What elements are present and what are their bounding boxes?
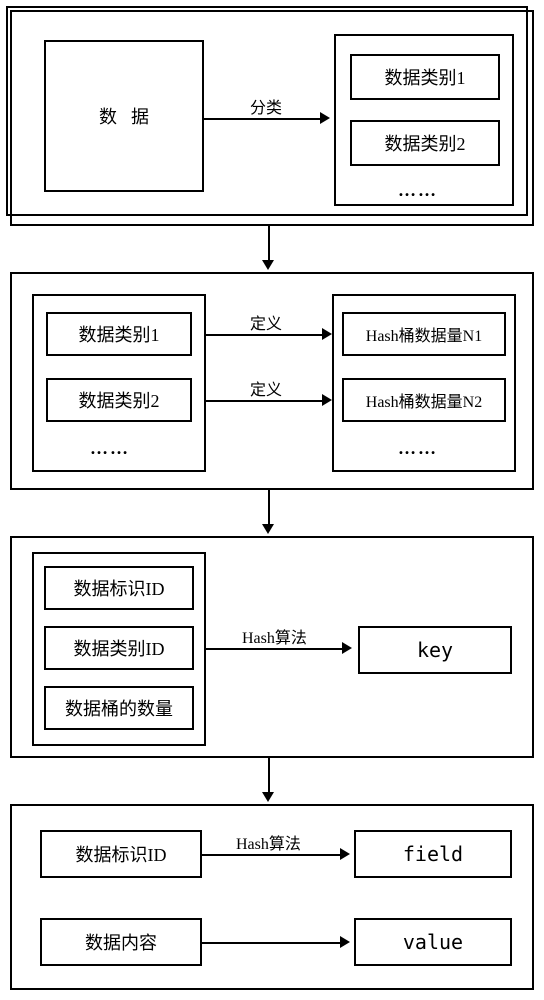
arrow-classify-head [320, 112, 330, 124]
field-box: field [354, 830, 512, 878]
data-id-box-2: 数据标识ID [40, 830, 202, 878]
left-cat1-label: 数据类别1 [79, 321, 160, 347]
arrow-define-2 [206, 400, 324, 402]
data-content-box: 数据内容 [40, 918, 202, 966]
stage-1-classify: 数据 分类 数据类别1 数据类别2 …… [10, 10, 534, 226]
arrow-hash-field-head [340, 848, 350, 860]
bucket-count-box: 数据桶的数量 [44, 686, 194, 730]
data-id-box: 数据标识ID [44, 566, 194, 610]
right-dots: …… [398, 438, 438, 459]
arrow-s1-s2-head [262, 260, 274, 270]
arrow-define-2-label: 定义 [248, 376, 284, 400]
arrow-value [202, 942, 342, 944]
arrow-s3-s4-head [262, 792, 274, 802]
data-id-label: 数据标识ID [74, 575, 165, 601]
arrow-hash-key-label: Hash算法 [240, 624, 309, 648]
hash-n2-label: Hash桶数据量N2 [366, 388, 482, 412]
data-box: 数据 [44, 40, 204, 192]
category-id-box: 数据类别ID [44, 626, 194, 670]
category-1-label: 数据类别1 [385, 64, 466, 90]
left-dots: …… [90, 438, 130, 459]
category-dots: …… [398, 180, 438, 201]
stage-4-field-value: 数据标识ID Hash算法 field 数据内容 value [10, 804, 534, 990]
arrow-hash-key-head [342, 642, 352, 654]
left-cat1-box: 数据类别1 [46, 312, 192, 356]
category-2-label: 数据类别2 [385, 130, 466, 156]
left-cat2-label: 数据类别2 [79, 387, 160, 413]
arrow-s2-s3-head [262, 524, 274, 534]
arrow-hash-key [206, 648, 344, 650]
category-id-label: 数据类别ID [74, 635, 165, 661]
left-cat2-box: 数据类别2 [46, 378, 192, 422]
hash-n1-label: Hash桶数据量N1 [366, 322, 482, 346]
hash-n2-box: Hash桶数据量N2 [342, 378, 506, 422]
field-label: field [403, 842, 463, 866]
arrow-value-head [340, 936, 350, 948]
arrow-s3-s4 [268, 758, 270, 794]
arrow-define-1-head [322, 328, 332, 340]
arrow-s2-s3 [268, 490, 270, 526]
arrow-define-2-head [322, 394, 332, 406]
arrow-classify-label: 分类 [248, 94, 284, 118]
arrow-hash-field-label: Hash算法 [234, 830, 303, 854]
arrow-hash-field [202, 854, 342, 856]
stage-3-hash-key: 数据标识ID 数据类别ID 数据桶的数量 Hash算法 key [10, 536, 534, 758]
bucket-count-label: 数据桶的数量 [65, 695, 173, 721]
key-box: key [358, 626, 512, 674]
key-label: key [417, 638, 453, 662]
value-label: value [403, 930, 463, 954]
data-content-label: 数据内容 [85, 929, 157, 955]
arrow-classify [204, 118, 322, 120]
stage-2-define: 数据类别1 数据类别2 …… 定义 定义 Hash桶数据量N1 Hash桶数据量… [10, 272, 534, 490]
category-1-box: 数据类别1 [350, 54, 500, 100]
category-2-box: 数据类别2 [350, 120, 500, 166]
data-id-label-2: 数据标识ID [76, 841, 167, 867]
arrow-s1-s2 [268, 226, 270, 262]
arrow-define-1 [206, 334, 324, 336]
hash-n1-box: Hash桶数据量N1 [342, 312, 506, 356]
data-label: 数据 [85, 103, 163, 129]
arrow-define-1-label: 定义 [248, 310, 284, 334]
value-box: value [354, 918, 512, 966]
